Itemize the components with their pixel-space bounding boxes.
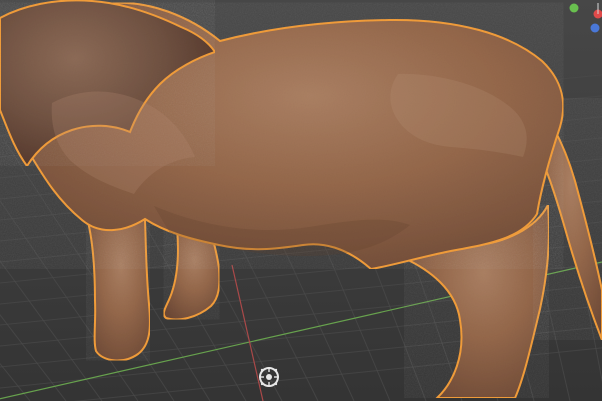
- lion-front-leg-left[interactable]: [84, 212, 151, 362]
- gizmo-z-icon[interactable]: [590, 23, 600, 33]
- gizmo-y-icon[interactable]: [569, 3, 579, 13]
- origin-marker[interactable]: [259, 367, 279, 387]
- 3d-viewport[interactable]: [0, 0, 602, 401]
- viewport-canvas[interactable]: [0, 0, 602, 401]
